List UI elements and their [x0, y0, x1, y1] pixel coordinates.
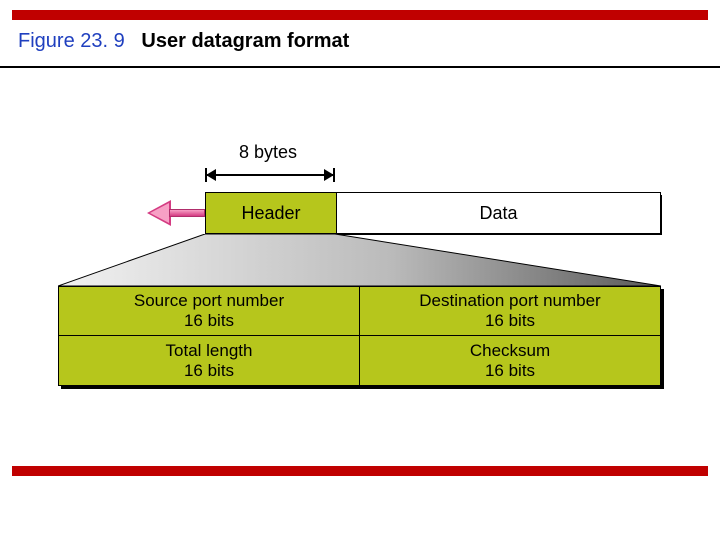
- datagram-row: Header Data: [205, 192, 661, 234]
- field-name: Source port number: [134, 291, 284, 311]
- bytes-label: 8 bytes: [239, 142, 297, 163]
- bracket-line: [205, 174, 335, 176]
- top-red-bar: [12, 10, 708, 20]
- header-expansion: [58, 234, 661, 286]
- title-underline: [0, 66, 720, 68]
- field-bits: 16 bits: [485, 361, 535, 381]
- field-name: Total length: [166, 341, 253, 361]
- header-fields-table: Source port number 16 bits Destination p…: [58, 286, 661, 386]
- bytes-bracket: [205, 168, 335, 188]
- header-box: Header: [206, 193, 337, 233]
- field-checksum: Checksum 16 bits: [360, 336, 661, 386]
- field-dest-port: Destination port number 16 bits: [360, 286, 661, 336]
- table-shadow-bottom: [61, 386, 664, 389]
- arrow-right-icon: [324, 169, 334, 181]
- header-box-label: Header: [241, 203, 300, 224]
- field-bits: 16 bits: [485, 311, 535, 331]
- bottom-red-bar: [12, 466, 708, 476]
- data-box-label: Data: [479, 203, 517, 224]
- data-box: Data: [337, 193, 660, 233]
- field-total-length: Total length 16 bits: [58, 336, 360, 386]
- row-shadow-right: [660, 195, 662, 235]
- figure-number: Figure 23. 9: [18, 30, 125, 52]
- field-name: Checksum: [470, 341, 550, 361]
- slide: Figure 23. 9 User datagram format 8 byte…: [0, 0, 720, 540]
- arrow-left-icon: [206, 169, 216, 181]
- field-source-port: Source port number 16 bits: [58, 286, 360, 336]
- field-name: Destination port number: [419, 291, 600, 311]
- pink-left-arrow-icon: [147, 200, 205, 226]
- figure-title: Figure 23. 9 User datagram format: [18, 30, 349, 53]
- figure-caption: User datagram format: [141, 30, 349, 52]
- field-bits: 16 bits: [184, 361, 234, 381]
- field-bits: 16 bits: [184, 311, 234, 331]
- table-shadow-right: [661, 289, 664, 389]
